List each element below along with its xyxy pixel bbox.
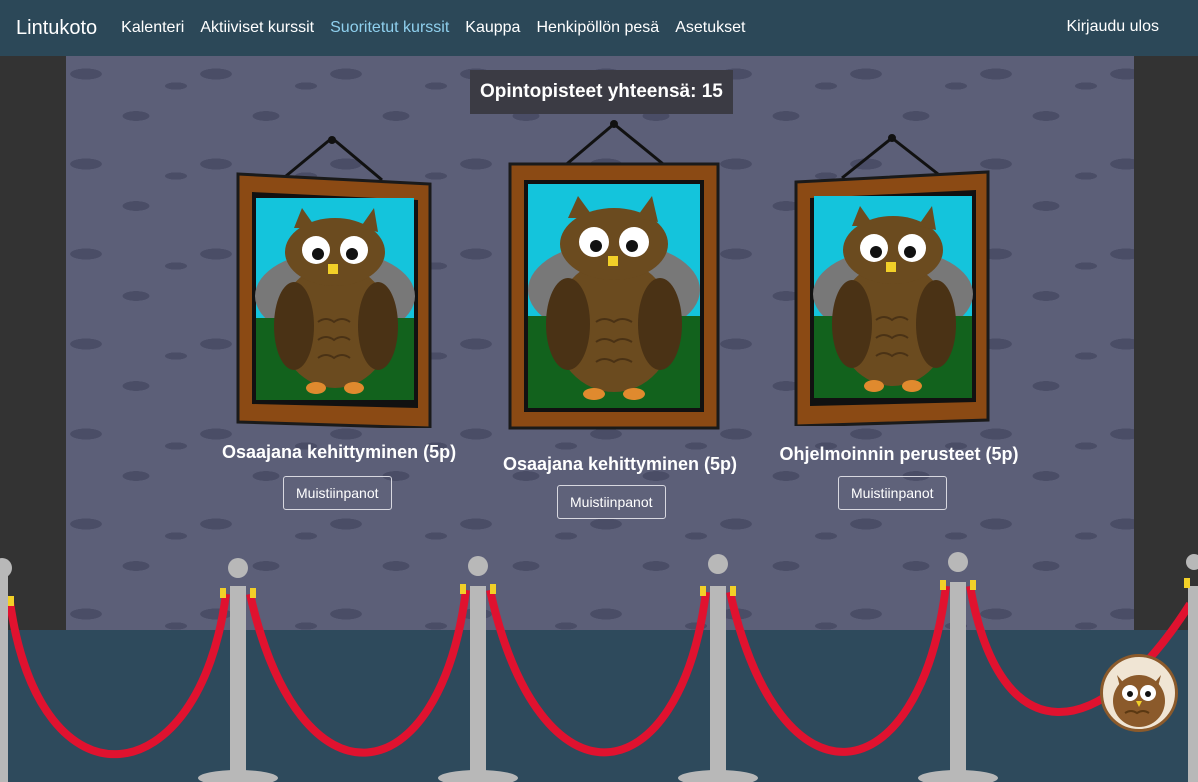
left-wall — [0, 56, 66, 630]
gallery-scene: Opintopisteet yhteensä: 15 Osaajana kehi… — [0, 56, 1198, 782]
nav-shop[interactable]: Kauppa — [465, 19, 520, 37]
sad-owl-painting — [508, 120, 720, 430]
nav-settings[interactable]: Asetukset — [675, 19, 745, 37]
nav-active-courses[interactable]: Aktiiviset kurssit — [200, 19, 314, 37]
gallery-floor — [0, 630, 1198, 782]
sad-owl-painting — [236, 136, 432, 428]
top-navbar: Lintukoto Kalenteri Aktiiviset kurssit S… — [0, 0, 1198, 56]
notes-button[interactable]: Muistiinpanot — [838, 476, 947, 510]
painting-2 — [506, 118, 720, 434]
notes-button[interactable]: Muistiinpanot — [557, 485, 666, 519]
painting-3 — [790, 134, 994, 426]
owl-avatar-icon[interactable] — [1100, 654, 1178, 732]
total-credits: Opintopisteet yhteensä: 15 — [470, 70, 733, 114]
logout-link[interactable]: Kirjaudu ulos — [1067, 18, 1160, 36]
course-title: Osaajana kehittyminen (5p) — [222, 442, 457, 462]
nav-calendar[interactable]: Kalenteri — [121, 19, 184, 37]
right-wall — [1134, 56, 1198, 630]
painting-1 — [232, 136, 436, 428]
nav-completed-courses[interactable]: Suoritetut kurssit — [330, 19, 449, 37]
sad-owl-painting — [794, 134, 990, 426]
notes-button[interactable]: Muistiinpanot — [283, 476, 392, 510]
nav-owl-nest[interactable]: Henkipöllön pesä — [536, 19, 659, 37]
course-title: Ohjelmoinnin perusteet (5p) — [779, 444, 1019, 464]
course-title: Osaajana kehittyminen (5p) — [502, 454, 738, 474]
brand-logo[interactable]: Lintukoto — [16, 17, 97, 40]
